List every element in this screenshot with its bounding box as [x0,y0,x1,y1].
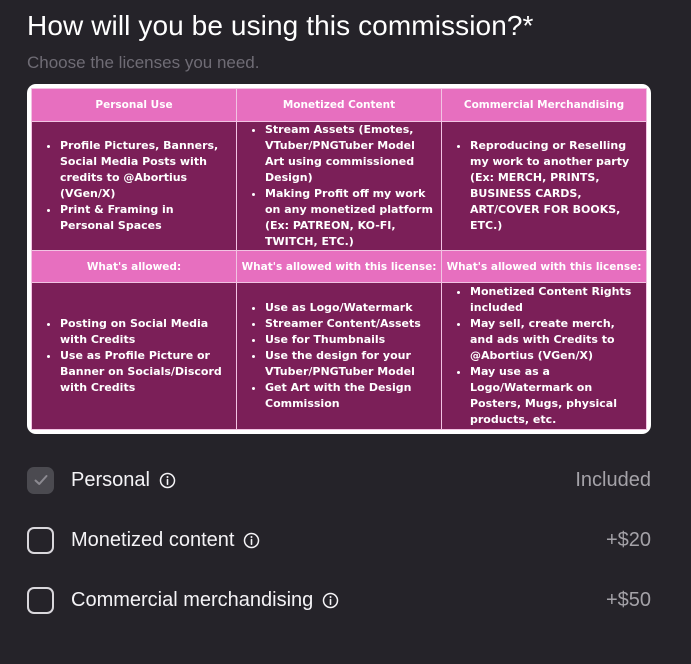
page-subtitle: Choose the licenses you need. [27,53,260,72]
personal-checkbox[interactable] [27,466,54,494]
info-icon[interactable] [322,592,339,609]
info-icon[interactable] [243,532,260,549]
license-table: Personal Use Monetized Content Commercia… [31,87,647,431]
list-item: Print & Framing in Personal Spaces [60,202,228,234]
commercial-checkbox[interactable] [27,586,54,614]
list-item: Use for Thumbnails [265,332,433,348]
list-item: Making Profit off my work on any monetiz… [265,186,433,250]
license-option-commercial[interactable]: Commercial merchandising +$50 [27,584,651,616]
list-item: Profile Pictures, Banners, Social Media … [60,138,228,202]
column-header-personal-use: Personal Use [31,87,237,123]
commercial-uses-cell: Reproducing or Reselling my work to anot… [441,121,647,252]
license-info-image: Personal Use Monetized Content Commercia… [27,84,651,434]
personal-allowed-cell: Posting on Social Media with Credits Use… [31,281,237,431]
info-icon[interactable] [159,472,176,489]
checkmark-icon [34,475,47,485]
list-item: Use as Profile Picture or Banner on Soci… [60,348,228,396]
license-option-monetized[interactable]: Monetized content +$20 [27,524,651,556]
list-item: Posting on Social Media with Credits [60,316,228,348]
column-header-commercial-merchandising: Commercial Merchandising [441,87,647,123]
personal-price: Included [575,468,651,491]
list-item: Stream Assets (Emotes, VTuber/PNGTuber M… [265,122,433,186]
list-item: Reproducing or Reselling my work to anot… [470,138,638,234]
license-option-personal[interactable]: Personal Included [27,464,651,496]
list-item: Get Art with the Design Commission [265,380,433,412]
column-header-monetized-content: Monetized Content [236,87,442,123]
list-item: Streamer Content/Assets [265,316,433,332]
page-title: How will you be using this commission?* [27,10,534,41]
allowed-header-personal: What's allowed: [31,250,237,283]
monetized-allowed-cell: Use as Logo/Watermark Streamer Content/A… [236,281,442,431]
commercial-label[interactable]: Commercial merchandising [71,589,313,612]
commercial-allowed-cell: Monetized Content Rights included May se… [441,281,647,431]
list-item: May sell, create merch, and ads with Cre… [470,316,638,364]
monetized-price: +$20 [605,528,651,551]
commercial-price: +$50 [605,588,651,611]
list-item: Use the design for your VTuber/PNGTuber … [265,348,433,380]
list-item: May use as a Logo/Watermark on Posters, … [470,364,638,428]
list-item: Monetized Content Rights included [470,284,638,316]
personal-label[interactable]: Personal [71,469,150,492]
monetized-checkbox[interactable] [27,526,54,554]
personal-uses-cell: Profile Pictures, Banners, Social Media … [31,121,237,252]
monetized-uses-cell: Stream Assets (Emotes, VTuber/PNGTuber M… [236,121,442,252]
allowed-header-monetized: What's allowed with this license: [236,250,442,283]
monetized-label[interactable]: Monetized content [71,529,234,552]
list-item: Use as Logo/Watermark [265,300,433,316]
allowed-header-commercial: What's allowed with this license: [441,250,647,283]
